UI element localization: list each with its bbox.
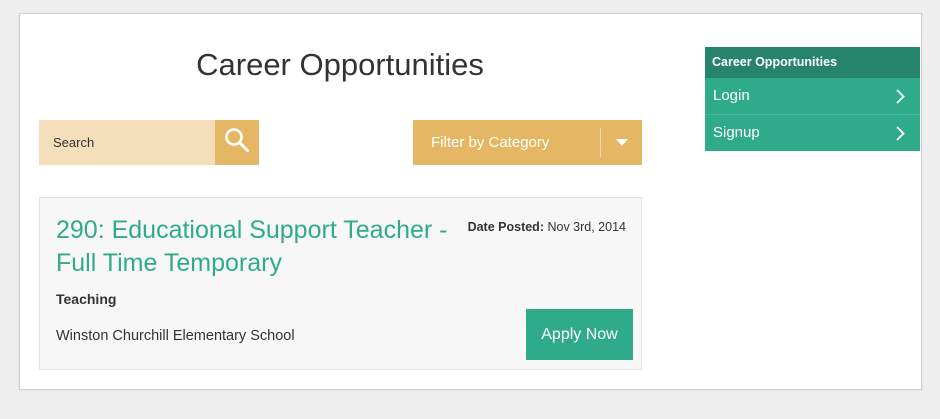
filter-by-category-dropdown[interactable]: Filter by Category (413, 120, 642, 165)
chevron-right-icon (896, 115, 905, 151)
date-posted-label: Date Posted: (467, 220, 544, 234)
search-box (39, 120, 259, 165)
job-listing: 290: Educational Support Teacher - Full … (39, 197, 642, 370)
filter-label: Filter by Category (431, 134, 550, 151)
search-button[interactable] (215, 120, 259, 165)
date-posted: Date Posted: Nov 3rd, 2014 (468, 220, 626, 234)
sidebar-item-login[interactable]: Login (705, 78, 920, 114)
sidebar-item-signup[interactable]: Signup (705, 114, 920, 151)
job-category: Teaching (56, 291, 117, 307)
search-icon (224, 127, 250, 158)
date-posted-value: Nov 3rd, 2014 (547, 220, 626, 234)
caret-down-icon (601, 120, 642, 165)
sidebar-item-label: Signup (713, 124, 760, 141)
sidebar: Career Opportunities Login Signup (705, 47, 920, 151)
search-input[interactable] (39, 120, 215, 165)
apply-now-button[interactable]: Apply Now (526, 309, 633, 360)
job-title-link[interactable]: 290: Educational Support Teacher - Full … (56, 214, 456, 280)
sidebar-item-label: Login (713, 87, 750, 104)
chevron-right-icon (896, 78, 905, 114)
sidebar-heading: Career Opportunities (705, 47, 920, 78)
job-school: Winston Churchill Elementary School (56, 328, 295, 344)
page-title: Career Opportunities (196, 47, 484, 82)
